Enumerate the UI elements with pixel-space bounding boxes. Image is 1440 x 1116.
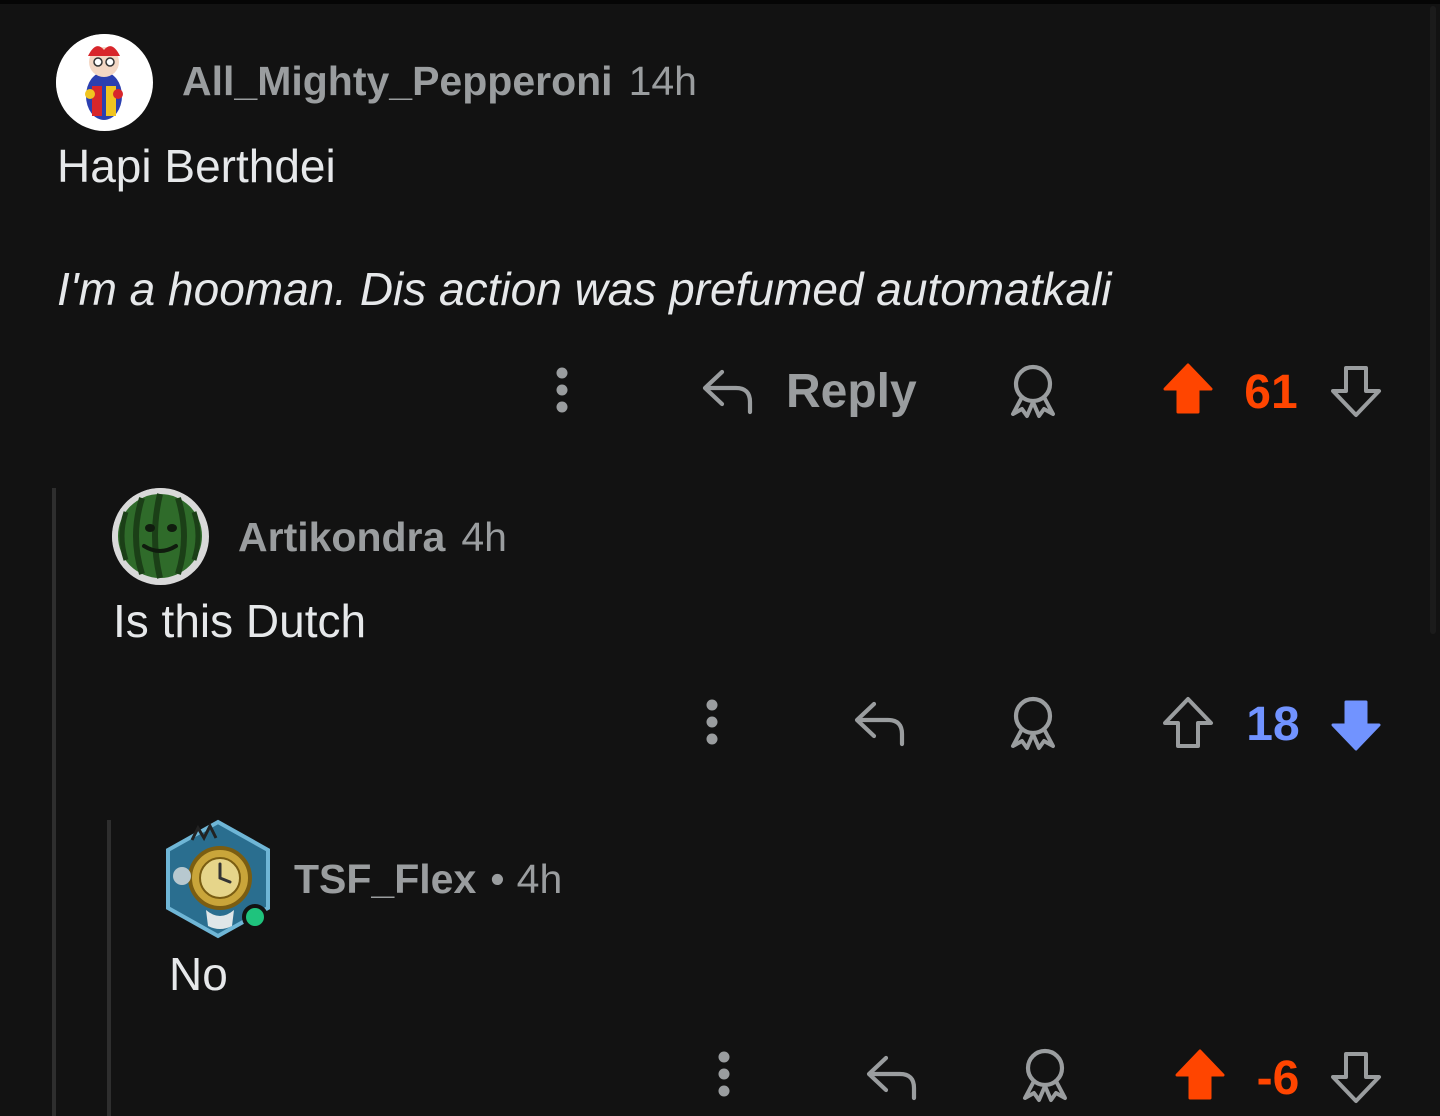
comment-meta: All_Mighty_Pepperoni 14h [182, 58, 697, 105]
meta-separator: • [490, 856, 505, 902]
avatar[interactable] [112, 488, 209, 585]
comment-body-line: Hapi Berthdei [57, 140, 336, 192]
reply-icon [700, 366, 756, 416]
upvote-icon[interactable] [1170, 1044, 1230, 1106]
downvote-icon[interactable] [1326, 694, 1386, 756]
award-icon[interactable] [1000, 692, 1066, 754]
thread-line-level-1[interactable] [52, 488, 56, 1116]
vote-score: -6 [1256, 1052, 1300, 1105]
downvote-icon[interactable] [1326, 360, 1386, 422]
avatar-image [56, 34, 152, 130]
vote-score: 18 [1246, 698, 1300, 751]
comment-body-line: Is this Dutch [113, 595, 367, 647]
comment-thread: All_Mighty_Pepperoni 14h Hapi Berthdei I… [0, 0, 1440, 1116]
upvote-icon[interactable] [1158, 358, 1218, 420]
avatar[interactable] [56, 34, 153, 131]
scrollbar[interactable] [1430, 6, 1436, 634]
comment-meta: TSF_Flex • 4h [294, 856, 562, 903]
username[interactable]: All_Mighty_Pepperoni [182, 58, 613, 105]
online-status-indicator [242, 904, 268, 930]
upvote-icon[interactable] [1158, 692, 1218, 754]
vote-score: 61 [1244, 366, 1298, 419]
timestamp: 14h [628, 58, 697, 104]
comment-body-line: No [169, 948, 228, 1000]
comment-meta: Artikondra 4h [238, 514, 507, 561]
comment-body-line: I'm a hooman. Dis action was prefumed au… [57, 263, 1112, 315]
more-icon[interactable] [699, 1044, 749, 1104]
thread-line-level-2[interactable] [107, 820, 111, 1116]
award-icon[interactable] [1012, 1044, 1078, 1106]
timestamp: 4h [516, 856, 563, 902]
avatar[interactable] [162, 818, 274, 940]
award-icon[interactable] [1000, 360, 1066, 422]
reply-icon[interactable] [848, 694, 912, 752]
username[interactable]: TSF_Flex [294, 856, 476, 903]
username[interactable]: Artikondra [238, 514, 445, 561]
reply-label: Reply [786, 364, 917, 418]
downvote-icon[interactable] [1326, 1046, 1386, 1108]
top-edge [0, 0, 1440, 4]
avatar-image [112, 488, 208, 584]
more-icon[interactable] [537, 360, 587, 420]
reply-icon[interactable] [860, 1048, 924, 1106]
reply-button[interactable]: Reply [700, 360, 917, 422]
more-icon[interactable] [687, 692, 737, 752]
timestamp: 4h [461, 514, 507, 560]
